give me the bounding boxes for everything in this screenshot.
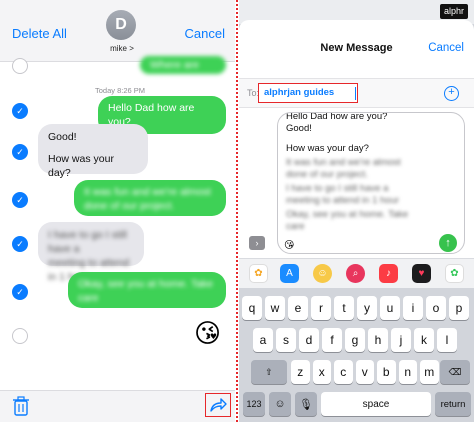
- compose-text: meeting to attend in 1 hour: [286, 195, 400, 206]
- key-d[interactable]: d: [299, 328, 319, 352]
- share-highlight: [205, 393, 231, 417]
- compose-text: Okay, see you at home. Take: [286, 209, 409, 220]
- key-k[interactable]: k: [414, 328, 434, 352]
- compose-text: I have to go I still have a: [286, 183, 389, 194]
- photos-app-icon[interactable]: ✿: [249, 264, 268, 283]
- trash-icon[interactable]: [12, 396, 30, 416]
- key-l[interactable]: l: [437, 328, 457, 352]
- select-check-icon[interactable]: ✓: [12, 192, 28, 208]
- select-check-icon[interactable]: ✓: [12, 103, 28, 119]
- cancel-button[interactable]: Cancel: [428, 42, 464, 54]
- message-bubble-incoming[interactable]: Good! How was your day?: [38, 124, 148, 179]
- emoji-sticker-icon: 😘: [284, 240, 295, 251]
- emoji-key[interactable]: ☺: [269, 392, 291, 416]
- compose-text: Hello Dad how are you?: [286, 112, 388, 122]
- message-text: care: [78, 292, 99, 304]
- message-text: It was fun and we're almost: [84, 186, 211, 198]
- select-check-icon[interactable]: ✓: [12, 284, 28, 300]
- imessage-app-drawer: ✿ A ☺ ⌕ ♪ ♥ ✿: [239, 258, 474, 288]
- avatar-initial: D: [115, 16, 127, 33]
- key-m[interactable]: m: [420, 360, 439, 384]
- new-message-panel: alphr New Message Cancel To: alphrjan gu…: [239, 0, 474, 422]
- key-z[interactable]: z: [291, 360, 310, 384]
- message-text: I have to go I still have a: [48, 229, 127, 255]
- key-h[interactable]: h: [368, 328, 388, 352]
- key-u[interactable]: u: [380, 296, 400, 320]
- backspace-key[interactable]: ⌫: [440, 360, 470, 384]
- screenshot: Delete All D mike > Cancel Where are you…: [0, 0, 474, 422]
- compose-text: How was your day?: [286, 143, 369, 154]
- select-check-icon[interactable]: ✓: [12, 236, 28, 252]
- recipient-row: To: alphrjan guides: [239, 78, 474, 108]
- compose-text: done of our project.: [286, 169, 368, 180]
- key-p[interactable]: p: [449, 296, 469, 320]
- message-bubble-incoming[interactable]: I have to go I still have a meeting to a…: [38, 222, 144, 283]
- selection-toolbar: [0, 390, 235, 422]
- key-x[interactable]: x: [312, 360, 331, 384]
- conversation-panel: Delete All D mike > Cancel Where are you…: [0, 0, 235, 422]
- select-circle[interactable]: [12, 58, 28, 74]
- key-o[interactable]: o: [426, 296, 446, 320]
- key-y[interactable]: y: [357, 296, 377, 320]
- key-g[interactable]: g: [345, 328, 365, 352]
- keyboard: qwertyuiop asdfghjkl zxcvbnm ⇧ ⌫ 123 ☺ 🎙…: [239, 288, 474, 422]
- space-key[interactable]: space: [321, 392, 431, 416]
- contact-name[interactable]: mike >: [92, 44, 152, 53]
- app-store-icon[interactable]: A: [280, 264, 299, 283]
- key-j[interactable]: j: [391, 328, 411, 352]
- key-b[interactable]: b: [377, 360, 396, 384]
- message-text: Where are you: [150, 59, 200, 85]
- microphone-key[interactable]: 🎙: [295, 392, 317, 416]
- recipient-chip[interactable]: alphrjan guides: [264, 87, 334, 98]
- expand-apps-button[interactable]: ›: [249, 236, 265, 250]
- compose-text: care: [286, 221, 305, 232]
- heart-app-icon[interactable]: ♥: [412, 264, 431, 283]
- message-bubble-partial[interactable]: Where are you: [140, 56, 226, 85]
- key-f[interactable]: f: [322, 328, 342, 352]
- return-key[interactable]: return: [435, 392, 471, 416]
- message-text: done of our project.: [84, 200, 175, 212]
- avatar[interactable]: D: [106, 10, 136, 40]
- key-t[interactable]: t: [334, 296, 354, 320]
- message-text: Good!: [48, 131, 77, 143]
- search-images-icon[interactable]: ⌕: [346, 264, 365, 283]
- photos-alt-icon[interactable]: ✿: [445, 264, 464, 283]
- message-bubble-outgoing[interactable]: It was fun and we're almost done of our …: [74, 180, 226, 216]
- cancel-button[interactable]: Cancel: [185, 26, 225, 41]
- kiss-emoji-message[interactable]: 😘: [194, 318, 221, 349]
- key-i[interactable]: i: [403, 296, 423, 320]
- shift-key[interactable]: ⇧: [251, 360, 287, 384]
- key-e[interactable]: e: [288, 296, 308, 320]
- memoji-icon[interactable]: ☺: [313, 264, 332, 283]
- message-bubble-outgoing[interactable]: Okay, see you at home. Take care: [68, 272, 226, 308]
- key-v[interactable]: v: [355, 360, 374, 384]
- numbers-key[interactable]: 123: [243, 392, 265, 416]
- panel-divider: [236, 0, 238, 422]
- delete-all-button[interactable]: Delete All: [12, 26, 67, 41]
- key-r[interactable]: r: [311, 296, 331, 320]
- message-compose-field[interactable]: Hello Dad how are you? Good! How was you…: [277, 112, 465, 254]
- key-s[interactable]: s: [276, 328, 296, 352]
- add-contact-button[interactable]: +: [444, 86, 459, 101]
- conversation-header: Delete All D mike > Cancel: [0, 0, 235, 62]
- recipient-input[interactable]: alphrjan guides: [258, 83, 358, 103]
- message-text: How was your day?: [48, 153, 114, 179]
- select-circle[interactable]: [12, 328, 28, 344]
- key-q[interactable]: q: [242, 296, 262, 320]
- message-text: Okay, see you at home. Take: [78, 278, 214, 290]
- music-icon[interactable]: ♪: [379, 264, 398, 283]
- watermark-logo: alphr: [439, 4, 468, 19]
- select-check-icon[interactable]: ✓: [12, 144, 28, 160]
- compose-text: It was fun and we're almost: [286, 157, 401, 168]
- share-icon[interactable]: [209, 397, 227, 413]
- timestamp: Today 8:26 PM: [95, 86, 146, 95]
- send-button[interactable]: ↑: [439, 234, 457, 252]
- key-n[interactable]: n: [398, 360, 417, 384]
- key-w[interactable]: w: [265, 296, 285, 320]
- key-a[interactable]: a: [253, 328, 273, 352]
- key-c[interactable]: c: [334, 360, 353, 384]
- compose-text: Good!: [286, 123, 312, 134]
- text-caret: [355, 87, 356, 100]
